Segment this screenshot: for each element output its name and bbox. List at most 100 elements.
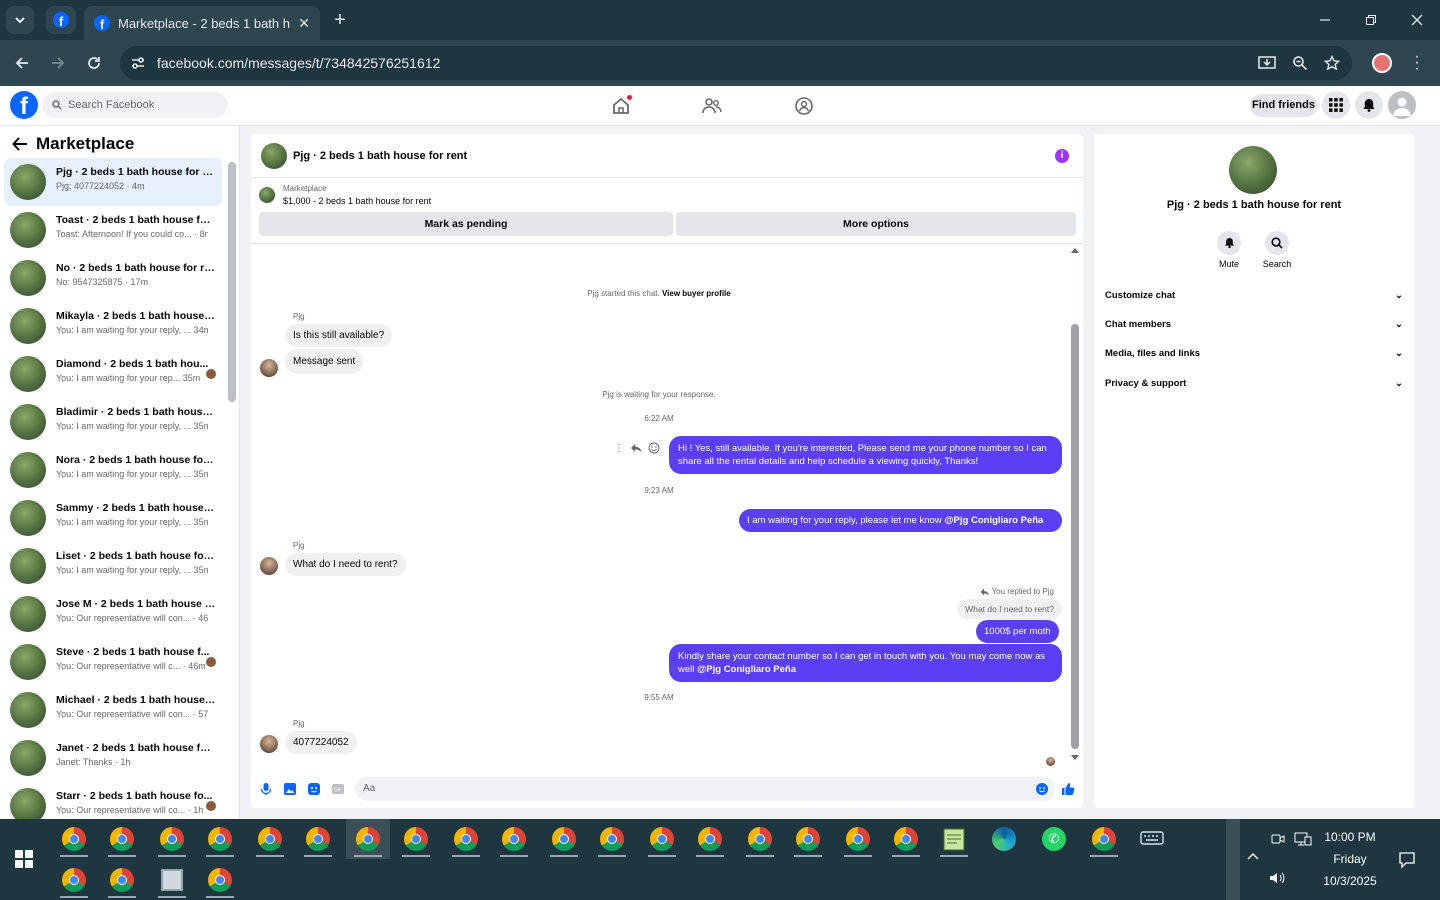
menu-button[interactable] [1322,91,1350,119]
taskbar-chrome-window[interactable] [346,819,390,859]
chat-scrollbar[interactable] [1071,324,1079,749]
notification-center-icon[interactable] [1398,851,1416,869]
photo-icon[interactable] [283,782,297,796]
taskbar-chrome-window[interactable] [52,819,96,859]
taskbar-chrome-window[interactable] [786,819,830,859]
friends-icon[interactable] [702,96,722,116]
details-avatar[interactable] [1229,146,1277,194]
volume-icon[interactable] [1268,870,1286,886]
reload-button[interactable] [82,51,106,75]
install-app-icon[interactable] [1258,55,1276,71]
new-tab-button[interactable]: + [328,8,352,32]
taskbar-chrome-window[interactable] [836,819,880,859]
search-in-chat-button[interactable]: Search [1257,231,1297,269]
incoming-message[interactable]: Message sent [285,349,364,374]
more-options-button[interactable]: More options [676,212,1076,236]
listing-title[interactable]: $1,000 - 2 beds 1 bath house for rent [283,196,431,206]
taskbar-chrome-window[interactable] [590,819,634,859]
restore-button[interactable] [1348,0,1394,40]
clock-date[interactable]: 10/3/2025 [1310,874,1390,888]
chat-members-row[interactable]: Chat members ⌄ [1105,319,1403,330]
privacy-support-row[interactable]: Privacy & support ⌄ [1105,378,1403,389]
back-button[interactable] [10,51,34,75]
taskbar-notepad[interactable] [932,819,976,859]
conversation-item[interactable]: Steve · 2 beds 1 bath house f... You: Our… [4,638,222,686]
bookmark-star-icon[interactable] [1324,55,1340,71]
quoted-message[interactable]: What do I need to rent? [957,599,1062,619]
profile-avatar[interactable] [1372,53,1392,73]
tab-search-button[interactable] [6,6,34,34]
taskbar-chrome-window[interactable] [198,860,242,900]
outgoing-message[interactable]: Kindly share your contact number so I ca… [669,644,1062,682]
close-window-button[interactable] [1394,0,1440,40]
pinned-tab-facebook[interactable]: f [46,6,76,34]
sender-avatar[interactable] [260,735,278,753]
emoji-react-icon[interactable] [648,442,660,454]
taskbar-chrome-window[interactable] [884,819,928,859]
conversation-item[interactable]: Sammy · 2 beds 1 bath house f... You: I a… [4,494,222,542]
forward-button[interactable] [46,51,70,75]
mark-as-pending-button[interactable]: Mark as pending [259,212,673,236]
taskbar-chrome-window[interactable] [198,819,242,859]
taskbar-chrome-window[interactable] [150,819,194,859]
taskbar-chrome-window[interactable] [492,819,536,859]
taskbar-chrome-window[interactable] [394,819,438,859]
page-scrollbar[interactable] [1425,126,1440,819]
conversation-item[interactable]: Janet · 2 beds 1 bath house for ... Janet… [4,734,222,782]
conversation-item[interactable]: Michael · 2 beds 1 bath house f... You: O… [4,686,222,734]
taskbar-edge[interactable] [982,819,1026,859]
outgoing-message[interactable]: Hi ! Yes, still available. If you're int… [669,436,1062,474]
sticker-icon[interactable] [307,782,321,796]
thumbs-up-icon[interactable] [1061,782,1075,796]
groups-icon[interactable] [794,96,814,116]
taskbar-whatsapp[interactable]: ✆ [1032,819,1076,859]
taskbar-chrome-window[interactable] [444,819,488,859]
conversation-item[interactable]: No · 2 beds 1 bath house for rent No: 954… [4,254,222,302]
close-tab-icon[interactable]: ✕ [298,15,310,32]
incoming-message[interactable]: 4077224052 [285,731,357,754]
start-button[interactable] [2,839,46,879]
notifications-button[interactable] [1355,91,1383,119]
taskbar-chrome-profile[interactable] [1082,819,1126,859]
conversation-item[interactable]: Jose M · 2 beds 1 bath house fo... You: O… [4,590,222,638]
browser-menu-icon[interactable]: · · · [1412,49,1422,77]
reply-icon[interactable] [630,443,642,453]
taskbar-chrome-window[interactable] [640,819,684,859]
conversation-item[interactable]: Diamond · 2 beds 1 bath hou... You: I am … [4,350,222,398]
scroll-up-icon[interactable] [1071,248,1079,253]
show-hidden-icons[interactable] [1246,851,1260,861]
microphone-icon[interactable] [259,782,273,796]
account-avatar[interactable] [1388,91,1416,119]
mention-tag[interactable]: @Pjg Conigliaro Peña [697,664,796,675]
sender-avatar[interactable] [260,359,278,377]
taskbar-scrollbar[interactable] [1226,819,1240,900]
conversation-item[interactable]: Pjg · 2 beds 1 bath house for rent Pjg: 4… [4,158,222,206]
taskbar-chrome-window[interactable] [248,819,292,859]
outgoing-message[interactable]: I am waiting for your reply, please let … [739,509,1062,532]
conversation-item[interactable]: Toast · 2 beds 1 bath house for ... Toast… [4,206,222,254]
emoji-icon[interactable] [1035,782,1049,796]
taskbar-chrome-window[interactable] [100,860,144,900]
taskbar-chrome-window[interactable] [738,819,782,859]
taskbar-touch-keyboard[interactable] [1130,819,1174,859]
back-arrow-icon[interactable] [12,137,28,151]
media-files-links-row[interactable]: Media, files and links ⌄ [1105,348,1403,359]
conversation-item[interactable]: Starr · 2 beds 1 bath house fo... You: Ou… [4,782,222,819]
view-buyer-profile-link[interactable]: View buyer profile [662,289,731,298]
conversation-item[interactable]: Mikayla · 2 beds 1 bath house f... You: I… [4,302,222,350]
conversation-list-scrollbar[interactable] [228,162,236,402]
taskbar-chrome-window[interactable] [150,860,194,900]
mention-tag[interactable]: @Pjg Conigliaro Peña [944,515,1043,526]
info-icon[interactable]: i [1055,149,1069,163]
outgoing-message[interactable]: 1000$ per moth [976,620,1059,643]
incoming-message[interactable]: What do I need to rent? [285,553,406,576]
clock-day[interactable]: Friday [1310,852,1390,866]
taskbar-chrome-window[interactable] [542,819,586,859]
listing-thumbnail[interactable] [259,187,275,203]
mute-button[interactable]: Mute [1209,231,1249,269]
message-input[interactable]: Aa [355,777,1055,801]
chat-title[interactable]: Pjg · 2 beds 1 bath house for rent [293,150,467,162]
conversation-item[interactable]: Bladimir · 2 beds 1 bath house f... You: … [4,398,222,446]
facebook-search-input[interactable]: Search Facebook [42,92,228,118]
taskbar-chrome-window[interactable] [688,819,732,859]
